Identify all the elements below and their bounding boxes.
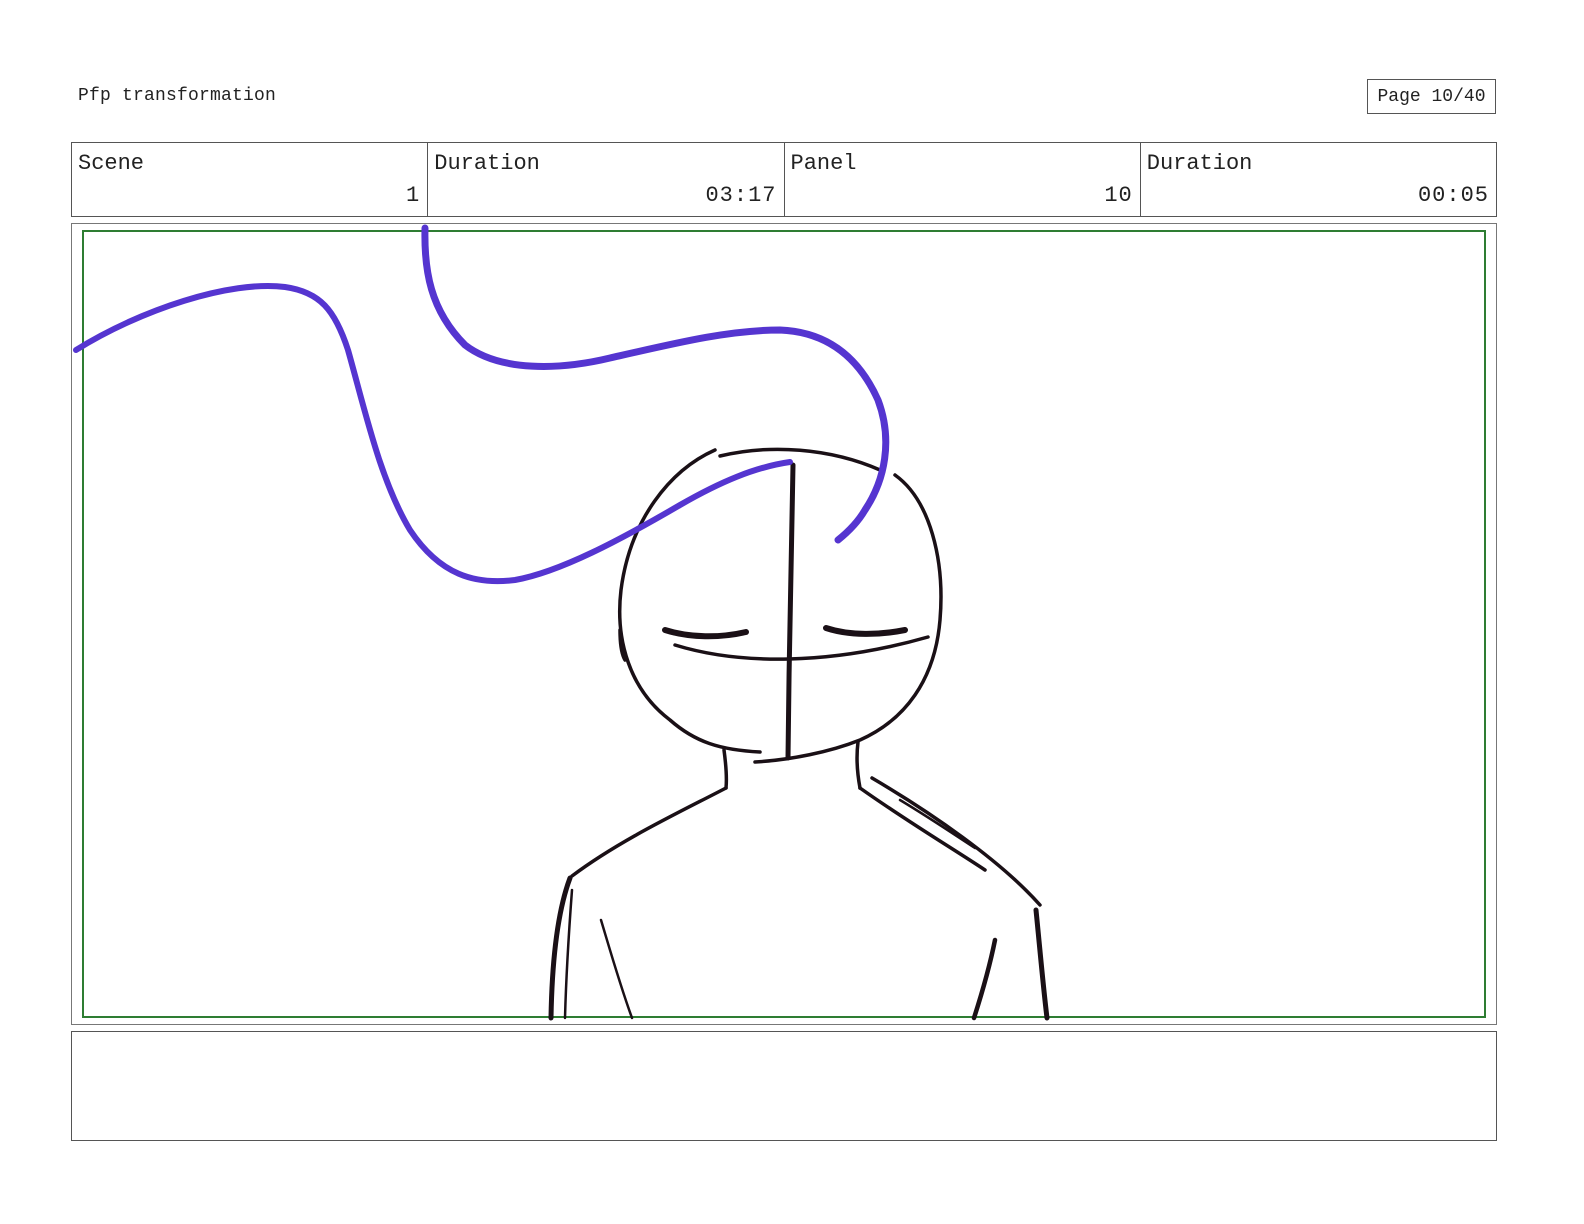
head-top: [718, 447, 882, 472]
scene-cell: Scene 1: [72, 143, 429, 216]
neck-left: [722, 748, 729, 790]
shoulder-right-2: [870, 776, 1042, 907]
neck-right: [855, 740, 862, 790]
panel-info-table: Scene 1 Duration 03:17 Panel 10 Duration…: [71, 142, 1497, 217]
ribbon-left-strand: [73, 283, 793, 585]
page-indicator: Page 10/40: [1367, 79, 1496, 114]
panel-cell: Panel 10: [785, 143, 1141, 216]
page-number: 10/40: [1431, 86, 1486, 107]
torso-crease: [599, 918, 634, 1020]
page-separator: [1421, 87, 1432, 107]
notes-box[interactable]: [71, 1031, 1497, 1141]
shoulder-right: [858, 786, 987, 872]
panel-value: 10: [1104, 183, 1133, 208]
left-eye: [662, 627, 749, 640]
panel-duration-cell: Duration 00:05: [1141, 143, 1496, 216]
panel-sketch: [73, 224, 1050, 1021]
panel-label: Panel: [790, 151, 857, 176]
right-eye: [823, 625, 908, 637]
head-outline: [617, 448, 762, 754]
head-right: [753, 473, 943, 764]
panel-duration-value: 00:05: [1417, 183, 1489, 208]
scene-duration-label: Duration: [434, 151, 540, 176]
torso-right-outer: [1033, 907, 1050, 1021]
shoulder-left: [570, 786, 728, 878]
scene-duration-cell: Duration 03:17: [428, 143, 785, 216]
scene-duration-value: 03:17: [705, 183, 777, 208]
panel-duration-label: Duration: [1146, 151, 1253, 176]
scene-value: 1: [406, 183, 421, 208]
page-label: Page: [1377, 86, 1421, 107]
torso-right-inner: [971, 937, 998, 1021]
torso-left-inner: [563, 888, 574, 1020]
vertical-guide: [785, 462, 796, 761]
scene-label: Scene: [78, 151, 145, 176]
horizontal-guide: [673, 635, 930, 661]
ribbon-top-strand: [421, 224, 890, 544]
project-title: Pfp transformation: [78, 86, 277, 106]
